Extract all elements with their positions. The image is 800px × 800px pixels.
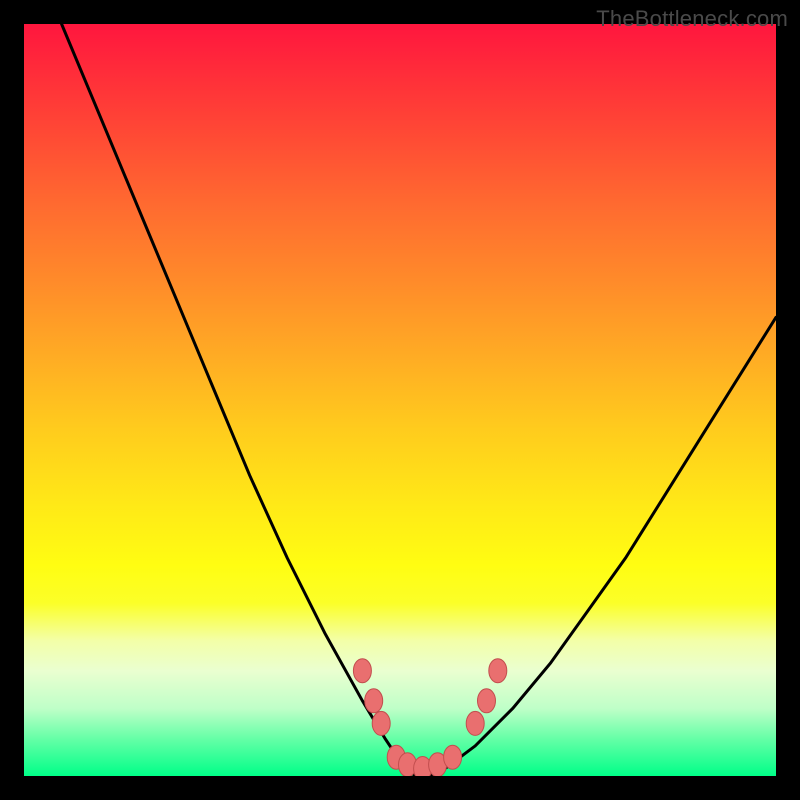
outer-frame: TheBottleneck.com xyxy=(0,0,800,800)
right-upper-marker xyxy=(478,689,496,713)
left-upper-marker xyxy=(365,689,383,713)
left-lower-marker xyxy=(372,711,390,735)
plot-area xyxy=(24,24,776,776)
bottleneck-curve xyxy=(62,24,776,776)
chart-svg xyxy=(24,24,776,776)
right-edge-marker xyxy=(489,659,507,683)
left-edge-marker xyxy=(353,659,371,683)
valley-marker-5 xyxy=(444,745,462,769)
right-lower-marker xyxy=(466,711,484,735)
valley-markers xyxy=(353,659,506,776)
watermark-text: TheBottleneck.com xyxy=(596,6,788,32)
